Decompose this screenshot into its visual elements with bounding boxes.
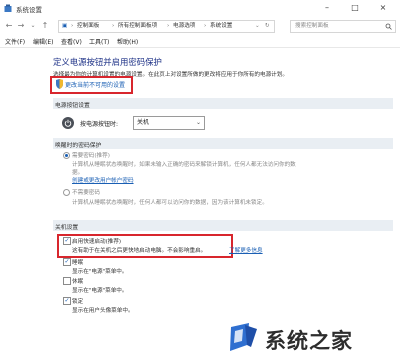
- sleep-label: 睡眠: [72, 260, 84, 266]
- power-button-action-select[interactable]: 关机 ⌄: [133, 116, 205, 130]
- site-watermark: 系统之家: [227, 321, 400, 355]
- lock-desc: 显示在用户头像菜单中。: [72, 308, 134, 314]
- sleep-desc: 显示在"电源"菜单中。: [72, 269, 128, 275]
- control-panel-icon: ▣: [62, 23, 68, 29]
- recent-dropdown-icon[interactable]: ⌄: [28, 21, 38, 31]
- search-input[interactable]: 搜索控制面板: [290, 20, 396, 33]
- breadcrumb-separator: ›: [167, 23, 170, 29]
- no-password-desc: 计算机从睡眠状态唤醒时，任何人都可以访问你的数据，因为该计算机未锁定。: [72, 200, 268, 206]
- watermark-text: 系统之家: [265, 329, 353, 353]
- no-password-radio[interactable]: [63, 189, 70, 196]
- forward-arrow-icon[interactable]: →: [16, 21, 26, 31]
- power-button-section-header: 电源按钮设置: [53, 98, 393, 109]
- close-button[interactable]: ×: [370, 2, 396, 14]
- power-button-action-value: 关机: [137, 119, 150, 126]
- require-password-desc: 计算机从睡眠状态唤醒时，如果未输入正确的密码来解锁计算机，任何人都无法访问你的数: [72, 162, 296, 168]
- page-title: 定义电源按钮并启用密码保护: [53, 57, 162, 67]
- power-button-label: 按电源按钮时:: [80, 121, 119, 128]
- uac-shield-icon: [56, 79, 63, 89]
- wake-password-section-title: 唤醒时的密码保护: [55, 143, 102, 149]
- address-dropdown-icon[interactable]: ⌄: [255, 21, 260, 32]
- up-arrow-icon[interactable]: ↑: [40, 21, 50, 31]
- breadcrumb-item-control-panel[interactable]: 控制面板: [77, 21, 99, 32]
- require-password-radio[interactable]: [63, 152, 70, 159]
- menu-divider: [0, 47, 400, 48]
- wake-password-section-header: 唤醒时的密码保护: [53, 138, 393, 149]
- change-unavailable-settings-link[interactable]: 更改当前不可用的设置: [65, 80, 125, 89]
- breadcrumb[interactable]: ▣ › 控制面板 › 所有控制面板项 › 电源选项 › 系统设置 ⌄ ↻: [58, 20, 275, 33]
- fast-startup-checkbox[interactable]: ✓: [63, 237, 71, 245]
- back-arrow-icon[interactable]: ←: [4, 21, 14, 31]
- hibernate-checkbox[interactable]: [63, 277, 71, 285]
- lock-checkbox[interactable]: ✓: [63, 297, 71, 305]
- breadcrumb-item-all-items[interactable]: 所有控制面板项: [118, 21, 157, 32]
- require-password-label: 需要密码(推荐): [72, 153, 110, 159]
- search-placeholder: 搜索控制面板: [295, 23, 329, 29]
- fast-startup-label: 启用快速启动(推荐): [72, 239, 122, 245]
- title-bar: 系统设置 – □ ×: [0, 0, 400, 18]
- search-icon: [385, 23, 392, 30]
- chevron-down-icon: ⌄: [195, 119, 201, 126]
- breadcrumb-separator: ›: [112, 23, 115, 29]
- learn-more-link[interactable]: 了解更多信息: [229, 246, 263, 254]
- menu-help[interactable]: 帮助(H): [117, 37, 138, 46]
- hibernate-desc: 显示在"电源"菜单中。: [72, 288, 128, 294]
- breadcrumb-item-power-options[interactable]: 电源选项: [173, 21, 195, 32]
- power-button-icon: [62, 117, 74, 129]
- menu-file[interactable]: 文件(F): [5, 37, 25, 46]
- power-options-icon: [4, 4, 12, 12]
- breadcrumb-separator: ›: [204, 23, 207, 29]
- address-row: ← → ⌄ ↑ ▣ › 控制面板 › 所有控制面板项 › 电源选项 › 系统设置…: [0, 18, 400, 34]
- power-button-section-title: 电源按钮设置: [55, 103, 90, 109]
- hibernate-label: 休眠: [72, 279, 84, 285]
- menu-edit[interactable]: 编辑(E): [33, 37, 53, 46]
- menu-bar: 文件(F) 编辑(E) 查看(V) 工具(T) 帮助(H): [0, 35, 400, 47]
- breadcrumb-item-system-settings[interactable]: 系统设置: [210, 21, 232, 32]
- create-change-password-link[interactable]: 创建或更改用户帐户密码: [72, 176, 134, 184]
- shutdown-section-title: 关机设置: [55, 225, 79, 231]
- fast-startup-desc: 这有助于在关机之后更快地启动电脑。不会影响重启。: [72, 248, 207, 254]
- menu-view[interactable]: 查看(V): [61, 37, 82, 46]
- refresh-icon[interactable]: ↻: [265, 21, 270, 32]
- no-password-label: 不需要密码: [72, 190, 100, 196]
- maximize-button[interactable]: □: [342, 2, 368, 14]
- window-title: 系统设置: [16, 6, 42, 14]
- menu-tools[interactable]: 工具(T): [89, 37, 109, 46]
- shutdown-section-header: 关机设置: [53, 220, 393, 231]
- breadcrumb-separator: ›: [71, 23, 74, 29]
- power-symbol-icon: [64, 119, 72, 127]
- sleep-checkbox[interactable]: ✓: [63, 258, 71, 266]
- minimize-button[interactable]: –: [314, 2, 340, 14]
- require-password-desc-cont: 据。: [72, 170, 84, 176]
- lock-label: 锁定: [72, 299, 84, 305]
